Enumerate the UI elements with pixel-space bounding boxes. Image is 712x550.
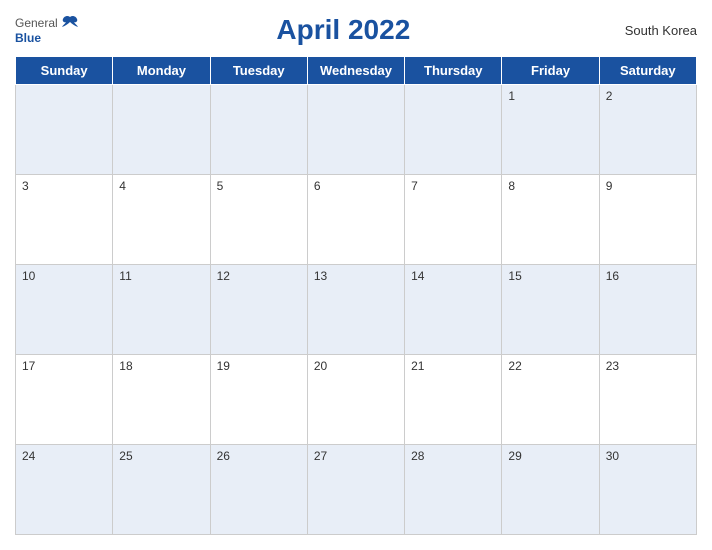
calendar-day-cell: 8 [502, 175, 599, 265]
calendar-day-cell: 18 [113, 355, 210, 445]
calendar-day-cell: 4 [113, 175, 210, 265]
calendar-day-cell [405, 85, 502, 175]
weekday-header-saturday: Saturday [599, 57, 696, 85]
logo-bird-icon [60, 15, 80, 31]
day-number: 9 [606, 179, 613, 193]
day-number: 4 [119, 179, 126, 193]
calendar-day-cell: 3 [16, 175, 113, 265]
day-number: 14 [411, 269, 424, 283]
calendar-day-cell: 21 [405, 355, 502, 445]
weekday-header-tuesday: Tuesday [210, 57, 307, 85]
day-number: 11 [119, 269, 131, 283]
calendar-week-row: 17 18 19 20 21 22 23 [16, 355, 697, 445]
day-number: 1 [508, 89, 515, 103]
day-number: 10 [22, 269, 35, 283]
day-number: 23 [606, 359, 619, 373]
calendar-day-cell: 12 [210, 265, 307, 355]
calendar-day-cell: 2 [599, 85, 696, 175]
calendar-day-cell: 29 [502, 445, 599, 535]
logo-blue-text: Blue [15, 31, 41, 45]
calendar-day-cell: 22 [502, 355, 599, 445]
day-number: 13 [314, 269, 327, 283]
calendar-week-row: 3 4 5 6 7 8 9 [16, 175, 697, 265]
calendar-day-cell: 19 [210, 355, 307, 445]
weekday-header-thursday: Thursday [405, 57, 502, 85]
calendar-day-cell: 1 [502, 85, 599, 175]
day-number: 26 [217, 449, 230, 463]
day-number: 28 [411, 449, 424, 463]
calendar-day-cell: 5 [210, 175, 307, 265]
calendar-day-cell: 17 [16, 355, 113, 445]
calendar-day-cell: 28 [405, 445, 502, 535]
calendar-week-row: 24 25 26 27 28 29 30 [16, 445, 697, 535]
calendar-day-cell: 16 [599, 265, 696, 355]
weekday-header-wednesday: Wednesday [307, 57, 404, 85]
calendar-day-cell: 13 [307, 265, 404, 355]
day-number: 25 [119, 449, 132, 463]
calendar-week-row: 10 11 12 13 14 15 16 [16, 265, 697, 355]
calendar-day-cell: 24 [16, 445, 113, 535]
day-number: 30 [606, 449, 619, 463]
day-number: 16 [606, 269, 619, 283]
day-number: 21 [411, 359, 424, 373]
day-number: 18 [119, 359, 132, 373]
logo-general-text: General [15, 16, 58, 30]
calendar-day-cell: 26 [210, 445, 307, 535]
weekday-header-row: SundayMondayTuesdayWednesdayThursdayFrid… [16, 57, 697, 85]
calendar-day-cell: 7 [405, 175, 502, 265]
calendar-day-cell: 9 [599, 175, 696, 265]
calendar-day-cell: 10 [16, 265, 113, 355]
weekday-header-sunday: Sunday [16, 57, 113, 85]
calendar-day-cell: 30 [599, 445, 696, 535]
calendar-week-row: 12 [16, 85, 697, 175]
logo: General Blue [15, 15, 80, 45]
calendar-table: SundayMondayTuesdayWednesdayThursdayFrid… [15, 56, 697, 535]
weekday-header-friday: Friday [502, 57, 599, 85]
day-number: 6 [314, 179, 321, 193]
calendar-header: General Blue April 2022 South Korea [15, 10, 697, 50]
calendar-day-cell: 20 [307, 355, 404, 445]
calendar-day-cell: 11 [113, 265, 210, 355]
day-number: 15 [508, 269, 521, 283]
calendar-day-cell [307, 85, 404, 175]
calendar-day-cell [16, 85, 113, 175]
day-number: 7 [411, 179, 418, 193]
day-number: 8 [508, 179, 515, 193]
calendar-day-cell [210, 85, 307, 175]
calendar-day-cell [113, 85, 210, 175]
country-label: South Korea [607, 23, 697, 38]
calendar-title: April 2022 [80, 14, 607, 46]
day-number: 5 [217, 179, 224, 193]
day-number: 20 [314, 359, 327, 373]
calendar-day-cell: 23 [599, 355, 696, 445]
day-number: 3 [22, 179, 29, 193]
day-number: 17 [22, 359, 35, 373]
calendar-day-cell: 6 [307, 175, 404, 265]
weekday-header-monday: Monday [113, 57, 210, 85]
calendar-day-cell: 27 [307, 445, 404, 535]
calendar-day-cell: 14 [405, 265, 502, 355]
calendar-day-cell: 25 [113, 445, 210, 535]
day-number: 2 [606, 89, 613, 103]
day-number: 24 [22, 449, 35, 463]
day-number: 22 [508, 359, 521, 373]
day-number: 29 [508, 449, 521, 463]
day-number: 12 [217, 269, 230, 283]
calendar-day-cell: 15 [502, 265, 599, 355]
day-number: 27 [314, 449, 327, 463]
day-number: 19 [217, 359, 230, 373]
